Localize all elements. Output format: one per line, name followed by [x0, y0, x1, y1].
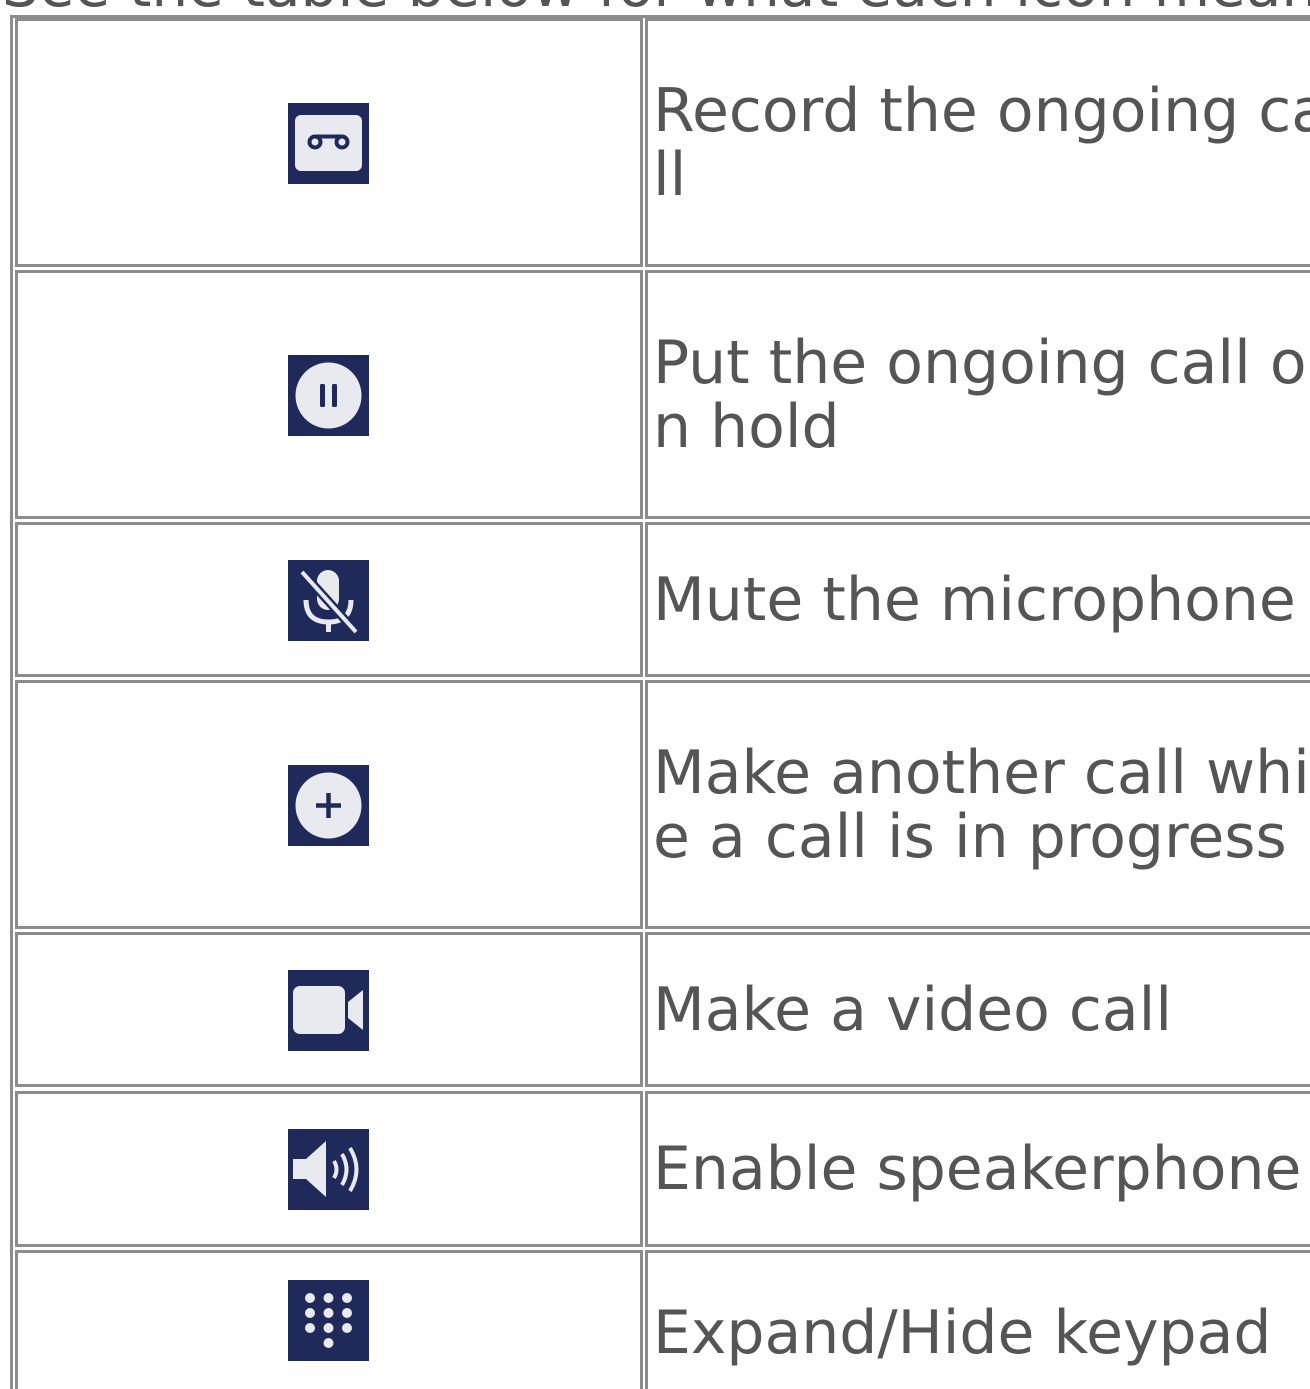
description-text: Make another call whil e a call is in pr… — [653, 737, 1310, 872]
description-text: Mute the microphone — [653, 564, 1296, 635]
video-call-icon — [288, 969, 369, 1051]
record-icon — [288, 102, 369, 184]
icon-cell-speakerphone — [15, 1091, 643, 1247]
icon-cell-mute — [15, 522, 643, 677]
description-cell-video-call: Make a video call — [645, 932, 1310, 1087]
description-cell-mute: Mute the microphone — [645, 522, 1310, 677]
keypad-icon — [288, 1280, 369, 1361]
description-text: Put the ongoing call o n hold — [653, 327, 1307, 462]
description-cell-speakerphone: Enable speakerphone — [645, 1091, 1310, 1247]
description-cell-add-call: Make another call whil e a call is in pr… — [645, 680, 1310, 929]
icon-cell-record — [15, 18, 643, 267]
description-cell-hold: Put the ongoing call o n hold — [645, 270, 1310, 519]
description-text: Enable speakerphone — [653, 1134, 1302, 1204]
description-cell-keypad: Expand/Hide keypad — [645, 1250, 1310, 1389]
icon-cell-keypad — [15, 1250, 643, 1389]
description-cell-record: Record the ongoing ca ll — [645, 18, 1310, 267]
add-call-icon — [288, 764, 369, 846]
description-text: Record the ongoing ca ll — [653, 75, 1310, 210]
icon-cell-hold — [15, 270, 643, 519]
hold-icon — [288, 354, 369, 436]
icon-cell-add-call — [15, 680, 643, 929]
speakerphone-icon — [288, 1129, 369, 1210]
description-text: Make a video call — [653, 974, 1173, 1045]
mute-microphone-icon — [288, 559, 369, 641]
description-text: Expand/Hide keypad — [653, 1298, 1272, 1368]
icon-cell-video-call — [15, 932, 643, 1087]
